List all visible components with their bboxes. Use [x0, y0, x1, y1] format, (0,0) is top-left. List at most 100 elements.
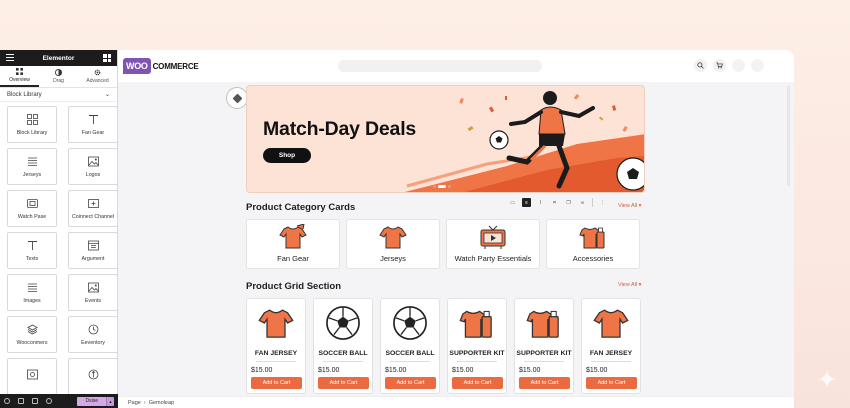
category-view-all-link[interactable]: View All ▾	[618, 203, 641, 209]
responsive-icon[interactable]	[46, 398, 52, 404]
menu-button[interactable]	[751, 59, 764, 72]
product-card[interactable]: SUPPORTER KIT $15.00 Add to Cart	[514, 298, 574, 394]
block-label: Eeventory	[81, 339, 105, 346]
more-icon[interactable]: ⋮	[598, 198, 607, 207]
carousel-dots[interactable]	[433, 185, 451, 188]
block-item[interactable]: Logos	[68, 148, 118, 185]
product-card[interactable]: FAN JERSEY $15.00 Add to Cart	[246, 298, 306, 394]
block-label: Images	[23, 297, 41, 304]
gear-icon	[94, 69, 101, 76]
block-item[interactable]: Eeventory	[68, 316, 118, 353]
drag-icon	[55, 69, 62, 76]
site-header: WOO COMMERCE	[118, 50, 794, 82]
widget-icon[interactable]: ▭	[508, 198, 517, 207]
product-price: $15.00	[452, 367, 474, 374]
block-label: Jerseys	[22, 171, 42, 178]
add-to-cart-button[interactable]: Add to Cart	[318, 377, 369, 389]
breadcrumb-page[interactable]: Page	[128, 400, 141, 406]
tv-icon	[480, 225, 506, 249]
category-card[interactable]: Jerseys	[346, 219, 440, 269]
block-item[interactable]: Block Library	[7, 106, 57, 143]
product-card[interactable]: FAN JERSEY $15.00 Add to Cart	[581, 298, 641, 394]
block-item[interactable]: Images	[7, 274, 57, 311]
toolbar-divider	[592, 198, 593, 207]
woocommerce-logo[interactable]: WOO COMMERCE	[123, 58, 199, 74]
category-card[interactable]: Fan Gear	[246, 219, 340, 269]
sidebar-title: Elementor	[42, 54, 75, 62]
product-card[interactable]: SOCCER BALL $15.00 Add to Cart	[313, 298, 373, 394]
publish-button[interactable]: Dsise ▲	[77, 396, 114, 406]
layers-icon[interactable]	[18, 398, 24, 404]
browser-window: WOO COMMERCE Match-Day Deals Shop Produc…	[118, 50, 794, 408]
kit-icon	[459, 310, 492, 338]
add-to-cart-button[interactable]: Add to Cart	[519, 377, 570, 389]
sparkle-icon	[818, 370, 836, 388]
breadcrumb-separator: ›	[143, 399, 146, 406]
crop-icon[interactable]: ⌗	[550, 198, 559, 207]
category-card[interactable]: Accessories	[546, 219, 640, 269]
category-card[interactable]: Watch Party Essentials	[446, 219, 540, 269]
block-item[interactable]: Events	[68, 274, 118, 311]
apps-grid-icon[interactable]	[103, 54, 111, 62]
block-item[interactable]: Coinnect Channel	[68, 190, 118, 227]
image-icon	[87, 282, 99, 292]
shop-button[interactable]: Shop	[263, 148, 311, 163]
hero-title: Match-Day Deals	[263, 118, 417, 140]
product-price: $15.00	[318, 367, 340, 374]
hero-banner: Match-Day Deals Shop	[246, 85, 645, 193]
tab-drag[interactable]: Drag	[39, 66, 78, 87]
settings-icon[interactable]	[4, 398, 10, 404]
block-item[interactable]: Fan Gear	[68, 106, 118, 143]
account-button[interactable]	[732, 59, 745, 72]
logo-commerce: COMMERCE	[152, 61, 199, 71]
sidebar-footer: Dsise ▲	[0, 394, 118, 408]
tab-advanced[interactable]: Advanced	[78, 66, 117, 87]
block-library-header[interactable]: Block Library ⌄	[0, 88, 117, 102]
block-label: Events	[84, 297, 102, 304]
product-view-all-link[interactable]: View All ▾	[618, 282, 641, 288]
video-icon	[26, 198, 38, 208]
product-name: FAN JERSEY	[589, 350, 633, 357]
product-name: SUPPORTER KIT	[516, 350, 572, 357]
jersey-icon	[258, 309, 294, 338]
jersey-icon	[593, 309, 629, 338]
menu-icon[interactable]	[6, 54, 14, 63]
breadcrumb-item[interactable]: Gemoleap	[149, 400, 174, 406]
link-icon[interactable]: ∞	[578, 198, 587, 207]
section-label: Block Library	[7, 91, 42, 98]
block-item[interactable]: Watch Pase	[7, 190, 57, 227]
block-item[interactable]	[68, 358, 118, 395]
add-to-cart-button[interactable]: Add to Cart	[452, 377, 503, 389]
list-icon	[27, 283, 37, 292]
product-card[interactable]: SOCCER BALL $15.00 Add to Cart	[380, 298, 440, 394]
block-label: Texts	[25, 255, 39, 262]
chevron-up-icon[interactable]: ▲	[106, 396, 114, 406]
scrollbar[interactable]	[787, 86, 790, 186]
publish-label: Dsise	[77, 396, 106, 406]
product-price: $15.00	[385, 367, 407, 374]
add-to-cart-button[interactable]: Add to Cart	[385, 377, 436, 389]
add-to-cart-button[interactable]: Add to Cart	[586, 377, 637, 389]
block-item[interactable]: Wooconmers	[7, 316, 57, 353]
align-icon[interactable]: ≡	[522, 198, 531, 207]
add-to-cart-button[interactable]: Add to Cart	[251, 377, 302, 389]
block-item[interactable]: Jerseys	[7, 148, 57, 185]
cart-button[interactable]	[713, 59, 726, 72]
category-label: Jerseys	[380, 254, 406, 263]
divider	[457, 361, 497, 362]
grid-icon	[16, 68, 23, 75]
history-icon[interactable]	[32, 398, 38, 404]
block-item[interactable]	[7, 358, 57, 395]
search-button[interactable]	[694, 59, 707, 72]
product-card[interactable]: SUPPORTER KIT $15.00 Add to Cart	[447, 298, 507, 394]
text-format-icon[interactable]: I	[536, 198, 545, 207]
block-label: Argument	[81, 255, 105, 262]
tab-overview[interactable]: Overview	[0, 66, 39, 87]
address-bar[interactable]	[338, 60, 542, 72]
block-item[interactable]: Argument	[68, 232, 118, 269]
copy-icon[interactable]: ❐	[564, 198, 573, 207]
category-label: Watch Party Essentials	[454, 254, 532, 263]
block-item[interactable]: Texts	[7, 232, 57, 269]
tab-label: Drag	[53, 78, 64, 84]
product-name: SOCCER BALL	[318, 350, 368, 357]
